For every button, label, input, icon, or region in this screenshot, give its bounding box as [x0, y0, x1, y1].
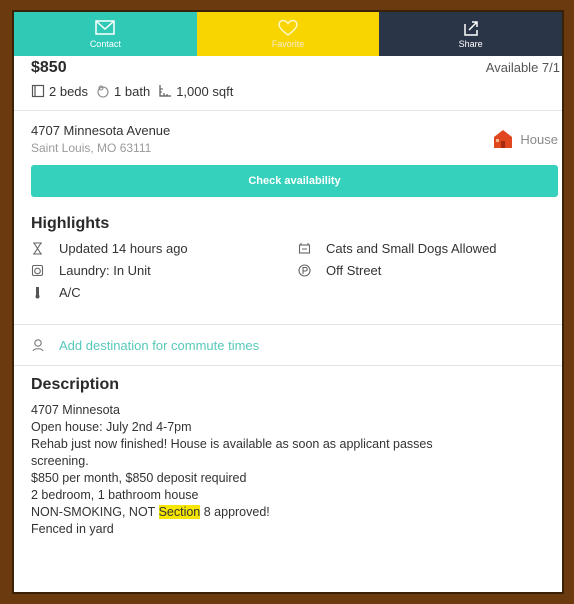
description-line: screening.: [31, 454, 89, 468]
contact-label: Contact: [89, 39, 121, 49]
hourglass-icon: [33, 242, 42, 255]
address-block: 4707 Minnesota Avenue Saint Louis, MO 63…: [14, 111, 562, 161]
price: $850: [31, 59, 67, 76]
highlight-text: Laundry: In Unit: [59, 263, 151, 278]
description-line: Open house: July 2nd 4-7pm: [31, 420, 192, 434]
beds-spec: 2 beds: [31, 84, 88, 99]
description-line: Rehab just now finished! House is availa…: [31, 437, 433, 451]
mail-icon: [95, 20, 116, 35]
address-line2: Saint Louis, MO 63111: [31, 141, 152, 155]
property-type: House: [492, 128, 558, 150]
heart-icon: [278, 19, 298, 36]
beds-count: 2 beds: [49, 83, 89, 99]
highlighted-word: Section: [158, 505, 201, 519]
sqft-value: 1,000 sqft: [176, 83, 234, 99]
price-row: $850 Available 7/1: [14, 56, 562, 80]
highlight-text: A/C: [59, 285, 81, 300]
highlight-text: Cats and Small Dogs Allowed: [326, 241, 497, 256]
description-text: NON-SMOKING, NOT: [31, 505, 159, 519]
highlights-section: Highlights Updated 14 hours ago Cats and…: [14, 197, 562, 324]
availability-date: Available 7/1: [485, 60, 560, 75]
house-icon: [494, 130, 513, 148]
highlight-text: Off Street: [326, 263, 382, 278]
thermometer-icon: [35, 287, 40, 299]
share-label: Share: [458, 39, 483, 49]
description-text: 8 approved!: [200, 505, 270, 519]
location-pin-icon: [32, 339, 44, 352]
baths-spec: 1 bath: [96, 84, 150, 99]
sqft-spec: 1,000 sqft: [158, 84, 233, 99]
bath-icon: [97, 85, 109, 98]
description-section: Description 4707 Minnesota Open house: J…: [14, 366, 562, 538]
specs-row: 2 beds 1 bath 1,000 sqft: [31, 80, 562, 102]
parking-icon: [298, 264, 311, 277]
pet-icon: [298, 243, 311, 254]
action-bar: Contact Favorite Share: [14, 12, 562, 56]
highlight-ac: A/C: [31, 285, 81, 300]
share-icon: [463, 21, 478, 36]
check-availability-button[interactable]: Check availability: [31, 165, 558, 197]
commute-link[interactable]: Add destination for commute times: [14, 325, 562, 365]
highlight-text: Updated 14 hours ago: [59, 241, 188, 256]
property-type-label: House: [520, 131, 558, 147]
highlight-pets: Cats and Small Dogs Allowed: [298, 241, 497, 256]
description-line: 2 bedroom, 1 bathroom house: [31, 488, 199, 502]
favorite-label: Favorite: [271, 39, 305, 49]
description-line: 4707 Minnesota: [31, 403, 120, 417]
description-line: Fenced in yard: [31, 522, 114, 536]
baths-count: 1 bath: [114, 83, 151, 99]
favorite-button[interactable]: Favorite: [196, 12, 380, 56]
contact-button[interactable]: Contact: [14, 12, 197, 56]
ruler-icon: [159, 85, 172, 97]
bed-icon: [31, 84, 45, 98]
highlight-updated: Updated 14 hours ago: [31, 241, 188, 256]
address-line1[interactable]: 4707 Minnesota Avenue: [31, 123, 170, 138]
commute-text[interactable]: Add destination for commute times: [59, 338, 259, 353]
laundry-icon: [31, 264, 44, 277]
share-button[interactable]: Share: [379, 12, 562, 56]
highlight-parking: Off Street: [298, 263, 381, 278]
highlight-laundry: Laundry: In Unit: [31, 263, 151, 278]
highlights-title: Highlights: [31, 215, 110, 232]
description-line: $850 per month, $850 deposit required: [31, 471, 247, 485]
description-title: Description: [31, 376, 120, 393]
description-line: NON-SMOKING, NOT Section 8 approved!: [31, 504, 562, 521]
listing-frame: Contact Favorite Share $850 Available 7/…: [12, 10, 564, 594]
